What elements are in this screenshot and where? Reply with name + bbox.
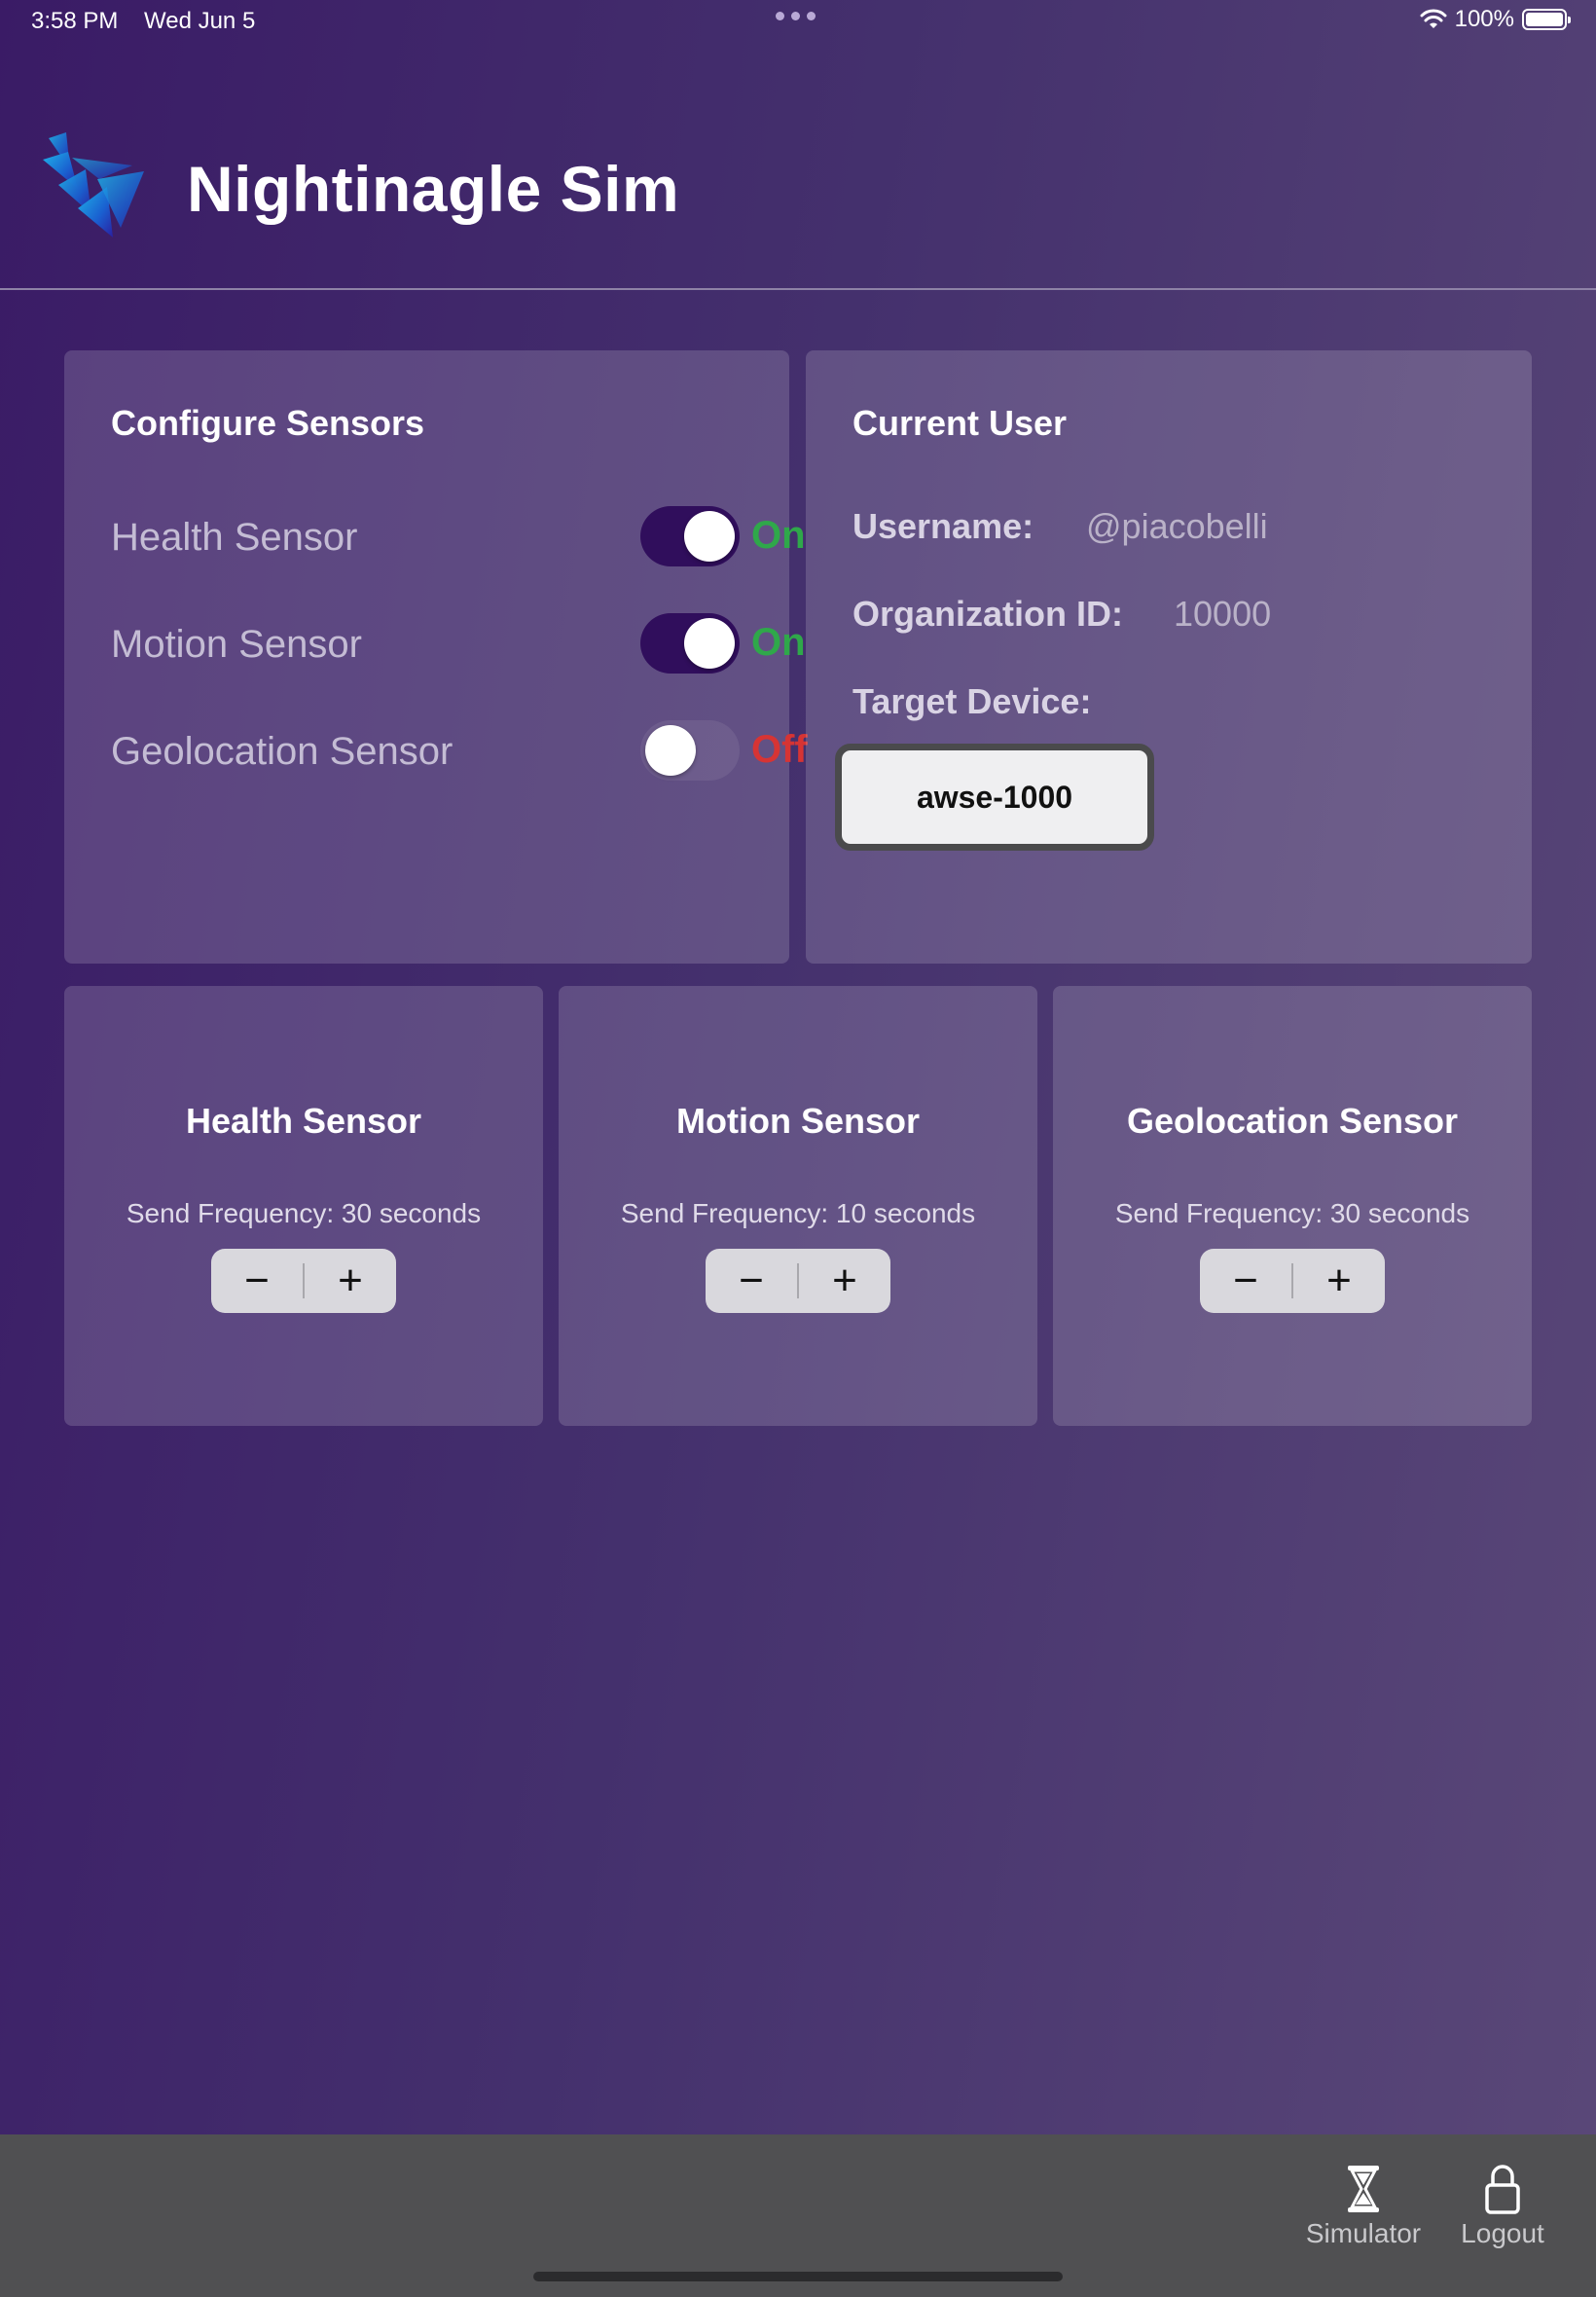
sensor-label: Motion Sensor	[111, 623, 362, 666]
sensor-state: On	[751, 621, 806, 664]
current-user-title: Current User	[852, 403, 1068, 443]
username-label: Username:	[852, 506, 1034, 546]
status-date: Wed Jun 5	[144, 8, 256, 34]
header-divider	[0, 288, 1596, 290]
username-value: @piacobelli	[1086, 506, 1268, 546]
target-device-button[interactable]: awse-1000	[835, 744, 1154, 851]
sensor-row-motion: Motion Sensor On	[111, 613, 806, 675]
health-frequency-stepper[interactable]: − +	[211, 1249, 396, 1313]
send-frequency-text: Send Frequency: 30 seconds	[126, 1198, 482, 1228]
sensor-state: On	[751, 514, 806, 557]
motion-sensor-toggle[interactable]	[640, 613, 740, 674]
lock-icon	[1485, 2165, 1520, 2214]
sensor-state: Off	[751, 728, 808, 771]
app-header: Nightinagle Sim	[39, 117, 1557, 263]
geolocation-frequency-card: Geolocation Sensor Send Frequency: 30 se…	[1053, 986, 1532, 1426]
current-user-card: Current User Username: @piacobelli Organ…	[806, 350, 1532, 964]
status-bar: 3:58 PM Wed Jun 5 100%	[0, 0, 1596, 47]
tab-label: Simulator	[1305, 2218, 1422, 2248]
increment-button[interactable]: +	[799, 1249, 890, 1313]
sensor-row-geolocation: Geolocation Sensor Off	[111, 720, 808, 783]
decrement-button[interactable]: −	[211, 1249, 303, 1313]
geolocation-sensor-toggle[interactable]	[640, 720, 740, 781]
tab-logout[interactable]: Logout	[1454, 2164, 1551, 2249]
tab-simulator[interactable]: Simulator	[1300, 2164, 1427, 2249]
send-frequency-text: Send Frequency: 10 seconds	[620, 1198, 976, 1228]
tab-label: Logout	[1461, 2218, 1544, 2248]
app-logo-icon	[43, 132, 144, 237]
organization-id-label: Organization ID:	[852, 594, 1123, 634]
frequency-card-title: Health Sensor	[185, 1101, 422, 1141]
decrement-button[interactable]: −	[706, 1249, 797, 1313]
sensor-label: Health Sensor	[111, 516, 358, 559]
battery-icon	[1522, 9, 1571, 30]
motion-frequency-stepper[interactable]: − +	[706, 1249, 890, 1313]
sensor-label: Geolocation Sensor	[111, 730, 453, 773]
app-title: Nightinagle Sim	[187, 153, 680, 225]
wifi-icon	[1420, 9, 1447, 28]
health-sensor-toggle[interactable]	[640, 506, 740, 566]
hourglass-icon	[1348, 2166, 1379, 2212]
multitasking-dots-icon[interactable]	[776, 12, 816, 20]
home-indicator[interactable]	[533, 2272, 1063, 2281]
sensor-row-health: Health Sensor On	[111, 506, 806, 568]
configure-sensors-card: Configure Sensors Health Sensor On Motio…	[64, 350, 808, 964]
geolocation-frequency-stepper[interactable]: − +	[1200, 1249, 1385, 1313]
target-device-label: Target Device:	[852, 681, 1092, 721]
send-frequency-text: Send Frequency: 30 seconds	[1114, 1198, 1470, 1228]
configure-sensors-title: Configure Sensors	[111, 403, 425, 443]
battery-percent: 100%	[1454, 6, 1514, 32]
increment-button[interactable]: +	[305, 1249, 396, 1313]
status-time: 3:58 PM	[31, 8, 119, 34]
decrement-button[interactable]: −	[1200, 1249, 1291, 1313]
motion-frequency-card: Motion Sensor Send Frequency: 10 seconds…	[559, 986, 1037, 1426]
frequency-card-title: Motion Sensor	[676, 1101, 920, 1141]
increment-button[interactable]: +	[1293, 1249, 1385, 1313]
frequency-card-title: Geolocation Sensor	[1126, 1101, 1459, 1141]
health-frequency-card: Health Sensor Send Frequency: 30 seconds…	[64, 986, 543, 1426]
organization-id-value: 10000	[1174, 594, 1272, 634]
